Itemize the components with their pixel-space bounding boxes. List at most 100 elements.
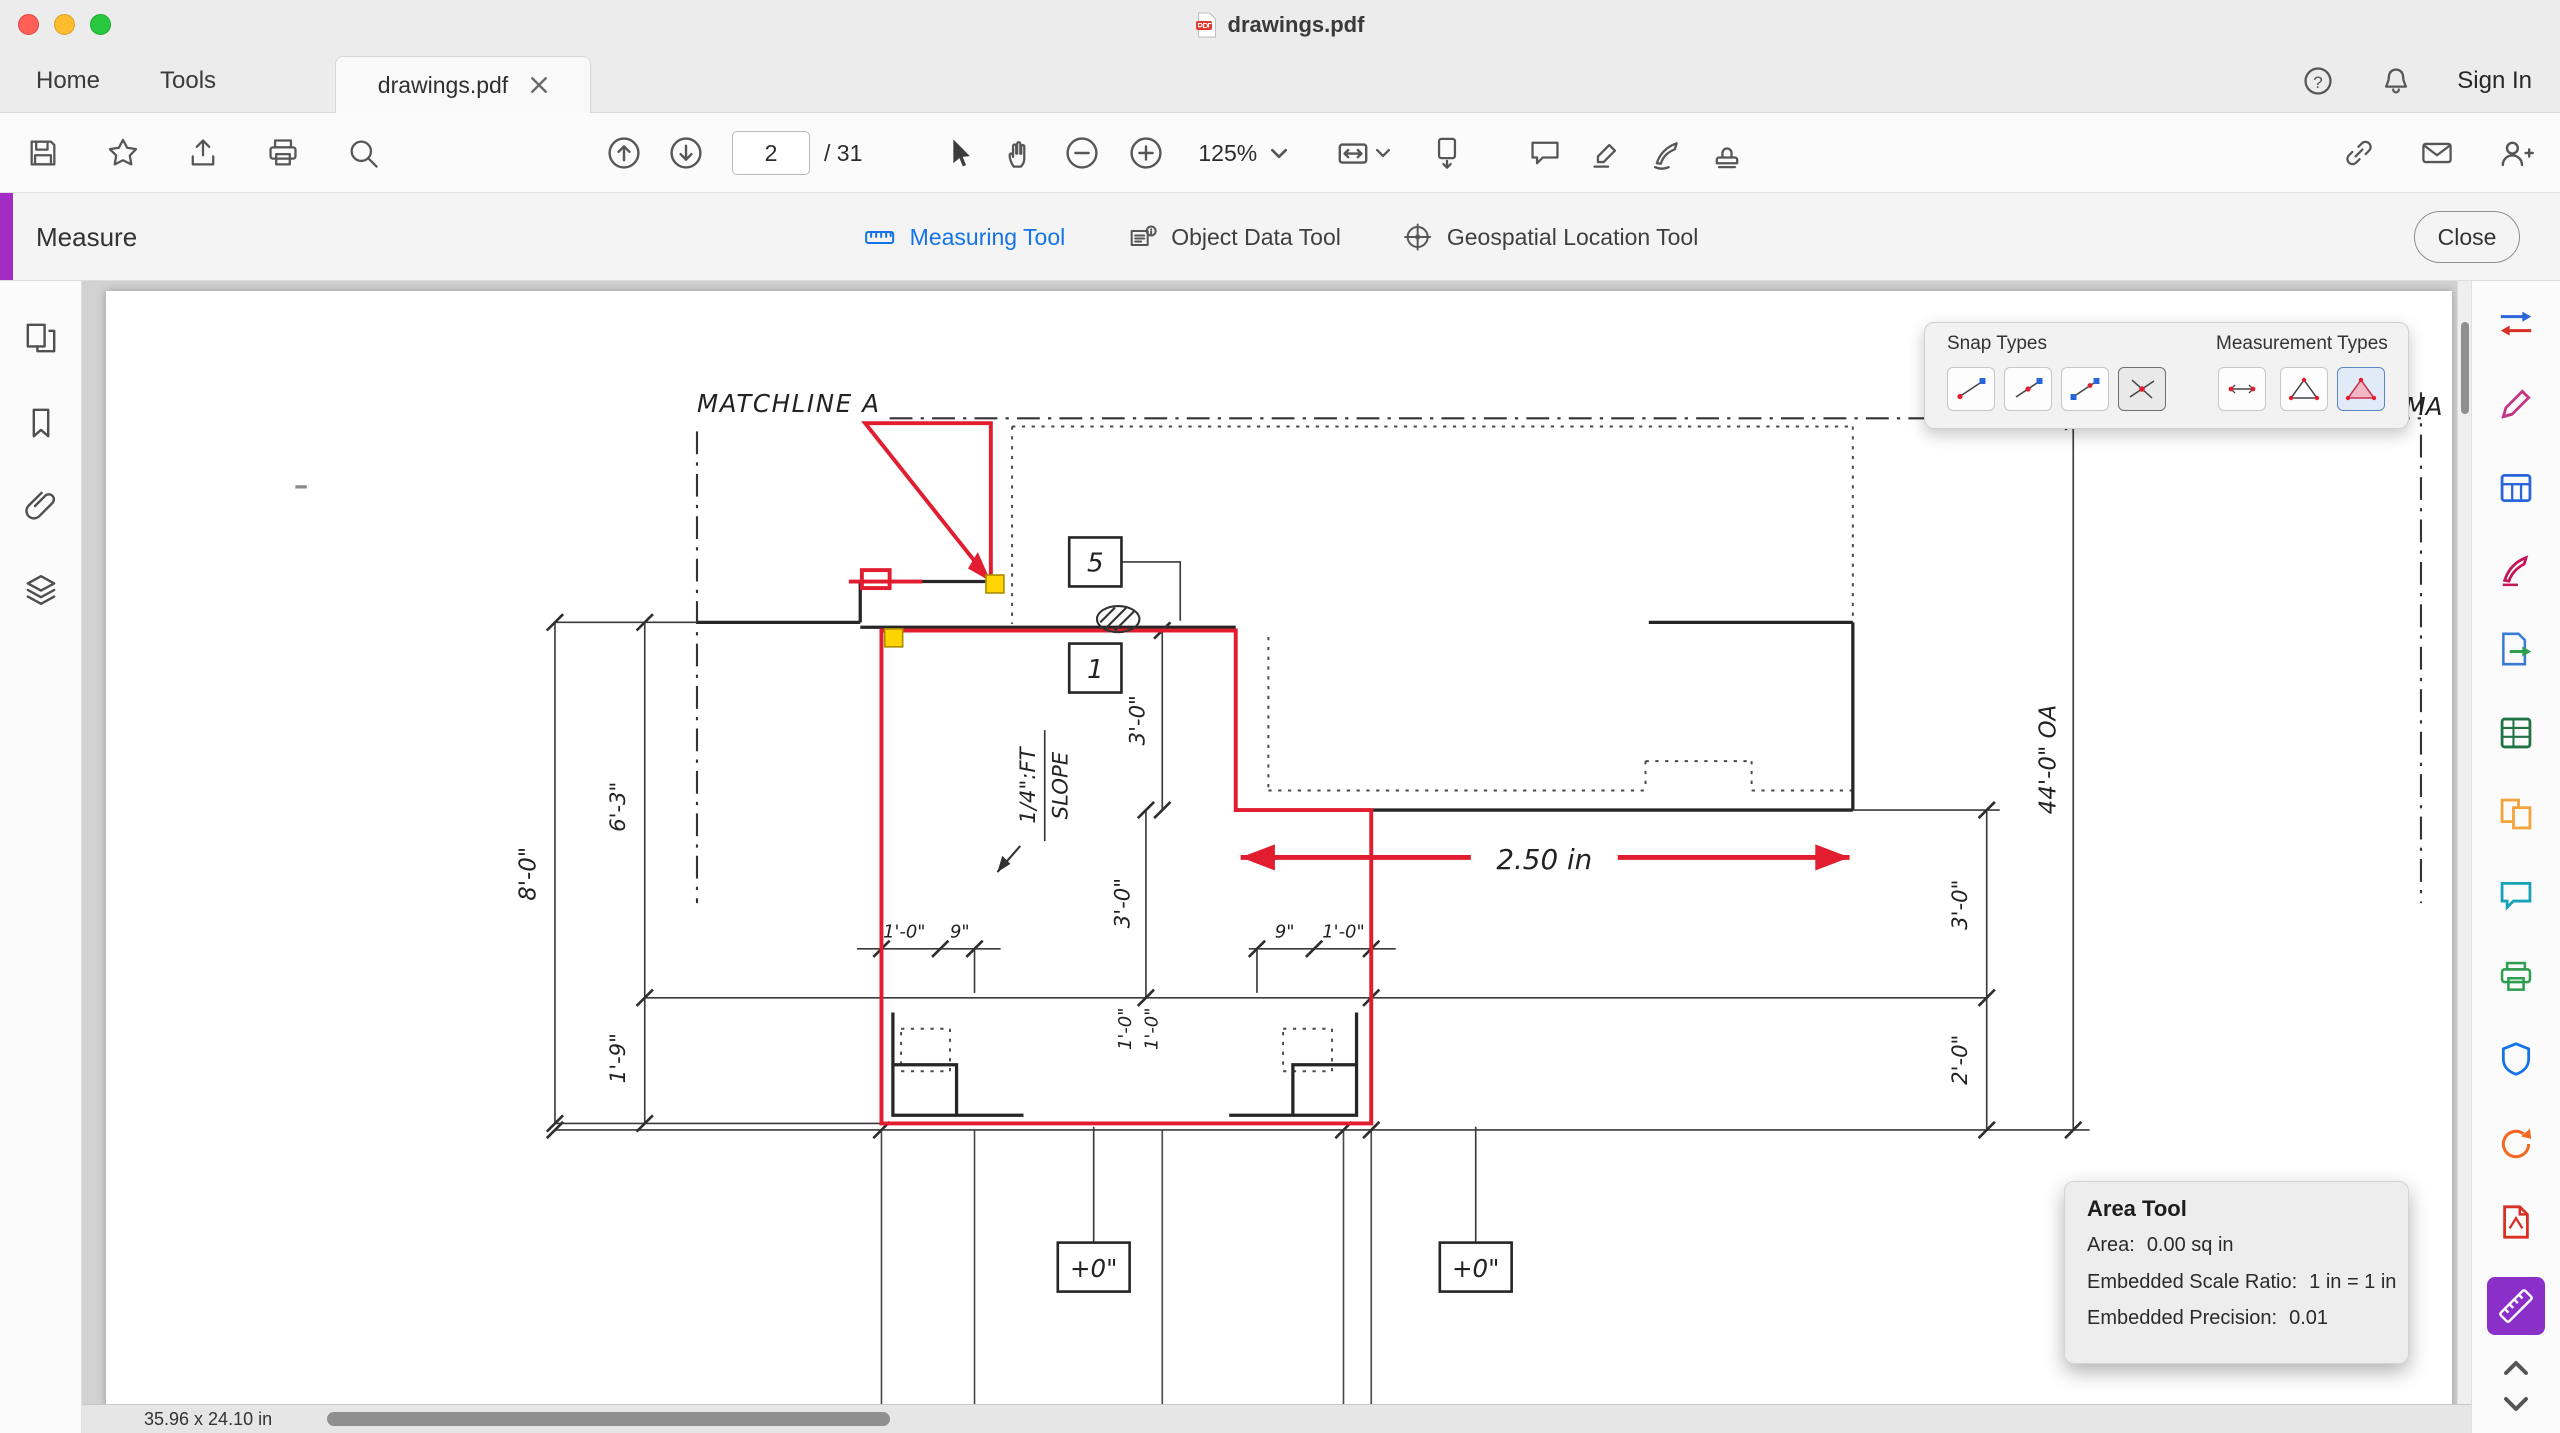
scale-ratio-label: Embedded Scale Ratio: xyxy=(2087,1271,2297,1294)
organize-pages-button[interactable] xyxy=(2493,791,2539,837)
tab-home[interactable]: Home xyxy=(36,49,100,113)
page-thumbnails-button[interactable] xyxy=(17,314,65,362)
search-icon[interactable] xyxy=(346,136,380,170)
select-tool-icon[interactable] xyxy=(942,136,976,170)
share-upload-icon[interactable] xyxy=(186,136,220,170)
geospatial-tool-button[interactable]: Geospatial Location Tool xyxy=(1401,222,1698,252)
measure-accent-strip xyxy=(0,193,13,280)
page-scrolling-icon[interactable] xyxy=(1430,136,1464,170)
close-window-button[interactable] xyxy=(18,14,39,35)
svg-text:1'-0": 1'-0" xyxy=(1322,921,1364,942)
chevron-down-icon xyxy=(1376,148,1390,158)
protect-button[interactable] xyxy=(2493,1036,2539,1082)
snap-intersections-button[interactable] xyxy=(2118,367,2166,411)
object-data-tool-button[interactable]: Object Data Tool xyxy=(1125,222,1341,252)
measure-rail-button[interactable] xyxy=(2487,1277,2545,1335)
attachments-button[interactable] xyxy=(17,479,65,527)
organize-pages-icon xyxy=(2497,795,2535,833)
bookmarks-button[interactable] xyxy=(17,399,65,447)
right-tools-rail xyxy=(2471,281,2560,1433)
snap-paths-button[interactable] xyxy=(2061,367,2109,411)
next-page-icon[interactable] xyxy=(668,135,704,171)
measurement-types-label: Measurement Types xyxy=(2216,333,2388,355)
comment-icon[interactable] xyxy=(1528,136,1562,170)
create-pdf-icon xyxy=(2497,469,2535,507)
tab-close-button[interactable] xyxy=(530,76,548,94)
pdf-standards-icon xyxy=(2497,1203,2535,1241)
area-value: 0.00 sq in xyxy=(2147,1234,2234,1257)
measure-annotation[interactable] xyxy=(849,423,1850,1123)
stamp-icon[interactable] xyxy=(1710,136,1744,170)
sign-icon[interactable] xyxy=(1650,136,1684,170)
document-tab-label: drawings.pdf xyxy=(378,72,508,99)
window-title-group: drawings.pdf xyxy=(1196,0,1365,49)
export-doc-button[interactable] xyxy=(2493,626,2539,672)
zoom-out-icon[interactable] xyxy=(1064,135,1100,171)
sign-in-button[interactable]: Sign In xyxy=(2457,67,2532,95)
email-icon[interactable] xyxy=(2420,136,2454,170)
tab-tools[interactable]: Tools xyxy=(160,49,216,113)
pdf-standards-button[interactable] xyxy=(2493,1199,2539,1245)
rail-scroll-up-button[interactable] xyxy=(2493,1353,2539,1383)
fill-sign-button[interactable] xyxy=(2493,546,2539,592)
help-icon[interactable]: ? xyxy=(2301,64,2335,98)
tabbar-right-group: ? Sign In xyxy=(2301,49,2532,113)
print-production-button[interactable] xyxy=(2493,954,2539,1000)
traffic-lights xyxy=(18,14,111,35)
comment-tool-button[interactable] xyxy=(2493,873,2539,919)
snap-endpoints-button[interactable] xyxy=(1947,367,1995,411)
matchline-label: MATCHLINE A xyxy=(697,389,881,418)
zoom-in-icon[interactable] xyxy=(1128,135,1164,171)
measuring-tool-button[interactable]: Measuring Tool xyxy=(862,222,1066,252)
vertical-scrollbar-thumb[interactable] xyxy=(2461,322,2469,414)
chevron-down-icon xyxy=(1271,148,1287,159)
area-tool-button[interactable] xyxy=(2337,367,2385,411)
pdf-doc-icon xyxy=(1196,12,1218,38)
export-doc-icon xyxy=(2497,630,2535,668)
vertical-scrollbar[interactable] xyxy=(2457,281,2471,1404)
area-tool-panel: Area Tool Area: 0.00 sq in Embedded Scal… xyxy=(2064,1181,2409,1364)
bottom-status-strip: 35.96 x 24.10 in xyxy=(82,1404,2471,1433)
svg-text:1'-0": 1'-0" xyxy=(1141,1008,1162,1050)
document-tab[interactable]: drawings.pdf xyxy=(335,56,591,113)
precision-row: Embedded Precision: 0.01 xyxy=(2087,1307,2328,1330)
highlight-icon[interactable] xyxy=(1590,136,1624,170)
measure-toolbar: Measure Measuring Tool Object Data Tool … xyxy=(0,193,2560,281)
save-icon[interactable] xyxy=(26,136,60,170)
snap-midpoints-button[interactable] xyxy=(2004,367,2052,411)
compress-button[interactable] xyxy=(2493,1121,2539,1167)
selection-zoom-icon[interactable] xyxy=(1335,135,1390,171)
spreadsheet-button[interactable] xyxy=(2493,710,2539,756)
distance-tool-button[interactable] xyxy=(2218,367,2266,411)
horizontal-scrollbar-thumb[interactable] xyxy=(327,1412,890,1426)
area-label: Area: xyxy=(2087,1234,2135,1257)
page-number-input[interactable]: 2 xyxy=(732,131,810,175)
measure-close-button[interactable]: Close xyxy=(2414,211,2520,263)
svg-text:5: 5 xyxy=(1087,549,1104,579)
minimize-window-button[interactable] xyxy=(54,14,75,35)
left-panel-rail xyxy=(0,281,82,1433)
svg-text:6'-3": 6'-3" xyxy=(606,782,631,832)
dimension-labels: 8'-0" 6'-3" 1'-9" 3'-0" 3'-0" 3'-0" 2'-0… xyxy=(515,695,2061,1085)
measure-title: Measure xyxy=(36,193,137,281)
previous-page-icon[interactable] xyxy=(606,135,642,171)
perimeter-tool-button[interactable] xyxy=(2280,367,2328,411)
print-icon[interactable] xyxy=(266,136,300,170)
star-icon[interactable] xyxy=(106,136,140,170)
svg-text:1'-9": 1'-9" xyxy=(606,1033,631,1083)
precision-value: 0.01 xyxy=(2289,1307,2328,1330)
hand-tool-icon[interactable] xyxy=(1004,136,1038,170)
snap-markers xyxy=(885,575,1004,647)
notifications-bell-icon[interactable] xyxy=(2379,64,2413,98)
link-icon[interactable] xyxy=(2342,136,2376,170)
export-convert-button[interactable] xyxy=(2493,300,2539,346)
share-people-icon[interactable] xyxy=(2498,135,2534,171)
edit-pdf-button[interactable] xyxy=(2493,381,2539,427)
export-convert-icon xyxy=(2497,304,2535,342)
rail-scroll-down-button[interactable] xyxy=(2493,1389,2539,1419)
zoom-window-button[interactable] xyxy=(90,14,111,35)
create-pdf-button[interactable] xyxy=(2493,465,2539,511)
zoom-level-select[interactable]: 125% xyxy=(1198,140,1287,167)
layers-button[interactable] xyxy=(17,566,65,614)
svg-text:9": 9" xyxy=(1275,921,1295,942)
